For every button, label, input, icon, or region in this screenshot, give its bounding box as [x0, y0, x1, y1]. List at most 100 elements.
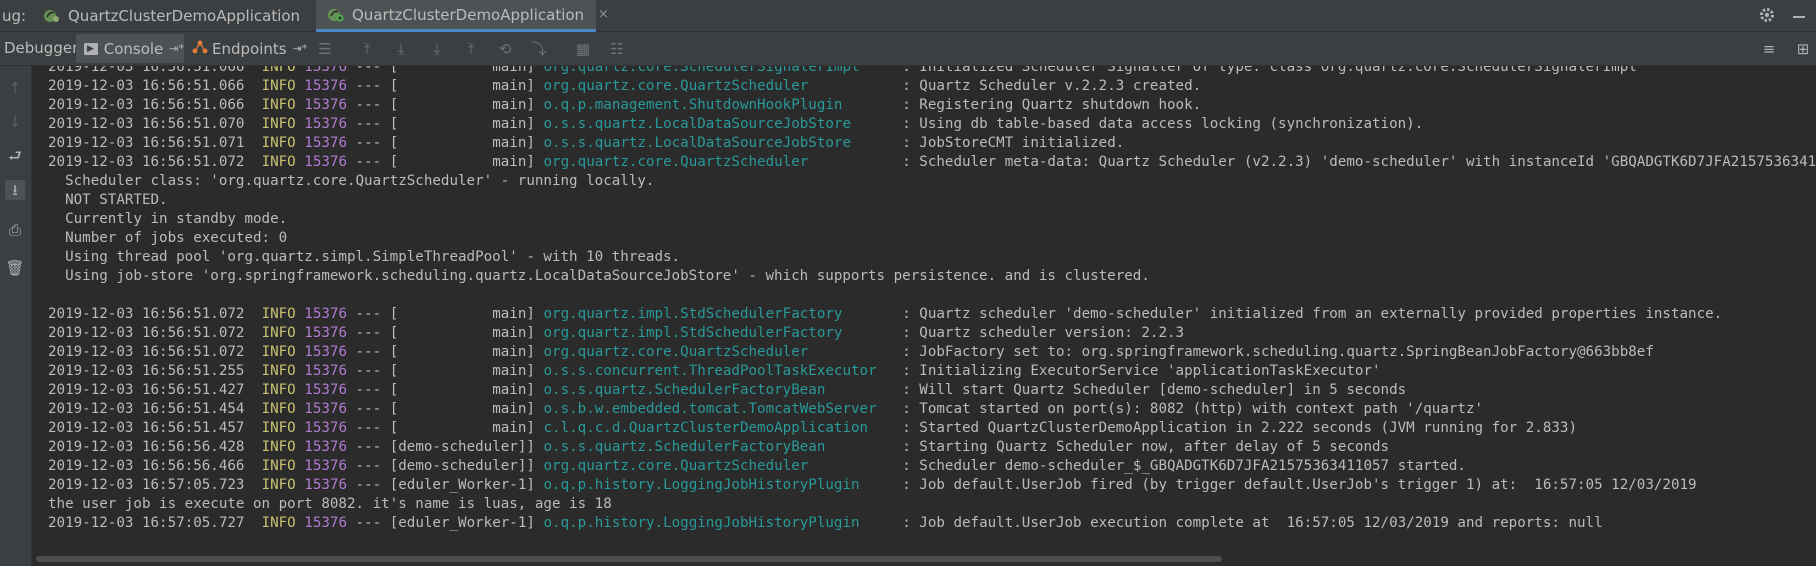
spring-boot-run-icon — [42, 8, 62, 24]
log-entry: 2019-12-03 16:56:51.072 INFO 15376 --- [… — [48, 153, 1816, 172]
run-to-cursor-icon[interactable]: ⤵ — [530, 40, 548, 58]
log-message: : Job default.UserJob execution complete… — [902, 515, 1603, 531]
log-text-line: Using job-store 'org.springframework.sch… — [48, 267, 1816, 286]
log-pid: 15376 — [304, 135, 347, 151]
log-pid: 15376 — [304, 154, 347, 170]
horizontal-scrollbar[interactable] — [32, 552, 1816, 566]
log-timestamp: 2019-12-03 16:56:51.066 — [48, 97, 245, 113]
log-thread: [demo-scheduler]] — [389, 439, 535, 455]
log-logger[interactable]: o.s.s.quartz.SchedulerFactoryBean — [543, 438, 902, 457]
log-message: : Using db table-based data access locki… — [902, 116, 1424, 132]
log-text: Using thread pool 'org.quartz.simpl.Simp… — [48, 249, 681, 265]
trace-settings-icon[interactable]: ☷ — [608, 40, 626, 58]
log-thread: [ main] — [389, 401, 535, 417]
scrollbar-thumb[interactable] — [36, 556, 1222, 562]
log-level: INFO — [261, 363, 296, 379]
log-level: INFO — [261, 78, 296, 94]
layout-settings-icon[interactable]: ⊞ — [1794, 40, 1812, 58]
log-logger[interactable]: o.s.s.quartz.SchedulerFactoryBean — [543, 381, 902, 400]
log-level: INFO — [261, 325, 296, 341]
log-entry: 2019-12-03 16:56:51.072 INFO 15376 --- [… — [48, 343, 1654, 362]
log-text-line: NOT STARTED. — [48, 191, 1816, 210]
restore-layout-icon[interactable]: ≡ — [1760, 40, 1778, 58]
down-arrow-icon[interactable]: ↓ — [5, 112, 25, 132]
log-text-line: Currently in standby mode. — [48, 210, 1816, 229]
log-thread: [eduler_Worker-1] — [389, 515, 535, 531]
log-message: : Quartz Scheduler v.2.2.3 created. — [902, 78, 1202, 94]
log-logger[interactable]: org.quartz.core.QuartzScheduler — [543, 77, 902, 96]
log-timestamp: 2019-12-03 16:56:51.454 — [48, 401, 245, 417]
log-pid: 15376 — [304, 439, 347, 455]
close-icon[interactable]: × — [598, 7, 609, 22]
print-icon[interactable]: ⎙ — [5, 220, 25, 240]
log-text-line: Using thread pool 'org.quartz.simpl.Simp… — [48, 248, 1816, 267]
log-logger[interactable]: org.quartz.core.QuartzScheduler — [543, 457, 902, 476]
minimize-icon[interactable] — [1790, 4, 1808, 24]
log-thread: [ main] — [389, 78, 535, 94]
log-timestamp: 2019-12-03 16:56:51.072 — [48, 154, 245, 170]
log-message: : Started QuartzClusterDemoApplication i… — [902, 420, 1578, 436]
step-over-icon[interactable]: ⤓ — [392, 40, 410, 58]
log-text: Using job-store 'org.springframework.sch… — [48, 268, 1150, 284]
log-logger[interactable]: c.l.q.c.d.QuartzClusterDemoApplication — [543, 419, 902, 438]
log-timestamp: 2019-12-03 16:56:51.457 — [48, 420, 245, 436]
tab-endpoints[interactable]: Endpoints ⇥* — [190, 34, 310, 63]
log-level: INFO — [261, 401, 296, 417]
log-timestamp: 2019-12-03 16:56:51.072 — [48, 344, 245, 360]
trash-icon[interactable]: 🗑 — [5, 258, 25, 278]
log-text-line — [48, 286, 1816, 305]
log-thread: [ main] — [389, 382, 535, 398]
log-text: NOT STARTED. — [48, 192, 168, 208]
soft-wrap-icon[interactable]: ⮐ — [5, 146, 25, 166]
log-pid: 15376 — [304, 78, 347, 94]
log-pid: 15376 — [304, 363, 347, 379]
up-arrow-icon[interactable]: ↑ — [5, 78, 25, 98]
log-entry: 2019-12-03 16:56:51.255 INFO 15376 --- [… — [48, 362, 1381, 381]
tab-debugger[interactable]: Debugger — [0, 32, 78, 65]
scroll-to-end-icon[interactable]: ⭳ — [5, 180, 25, 200]
log-level: INFO — [261, 515, 296, 531]
log-logger[interactable]: o.q.p.management.ShutdownHookPlugin — [543, 96, 902, 115]
log-entry: 2019-12-03 16:56:51.071 INFO 15376 --- [… — [48, 134, 1125, 153]
drop-frame-icon[interactable]: ⟲ — [496, 40, 514, 58]
step-out-icon[interactable]: ⤒ — [462, 40, 480, 58]
log-pid: 15376 — [304, 477, 347, 493]
log-logger[interactable]: org.quartz.impl.StdSchedulerFactory — [543, 305, 902, 324]
pin-icon[interactable]: ⇥* — [293, 42, 308, 55]
log-message: : Will start Quartz Scheduler [demo-sche… — [902, 382, 1407, 398]
log-message: : Initialized Scheduler Signaller of typ… — [902, 66, 1637, 75]
log-timestamp: 2019-12-03 16:56:51.066 — [48, 66, 245, 75]
log-text: Scheduler class: 'org.quartz.core.Quartz… — [48, 173, 655, 189]
gear-icon[interactable] — [1758, 6, 1776, 29]
log-level: INFO — [261, 135, 296, 151]
log-logger[interactable]: o.q.p.history.LoggingJobHistoryPlugin — [543, 476, 902, 495]
log-logger[interactable]: org.quartz.core.SchedulerSignalerImpl — [543, 66, 902, 77]
log-timestamp: 2019-12-03 16:57:05.723 — [48, 477, 245, 493]
show-execution-point-icon[interactable]: ⤒ — [358, 40, 376, 58]
console-output[interactable]: 2019-12-03 16:56:51.066 INFO 15376 --- [… — [32, 66, 1816, 552]
tab-quartz-cluster-demo-run[interactable]: QuartzClusterDemoApplication × — [32, 0, 325, 32]
log-logger[interactable]: org.quartz.impl.StdSchedulerFactory — [543, 324, 902, 343]
log-logger[interactable]: o.s.s.quartz.LocalDataSourceJobStore — [543, 115, 902, 134]
log-timestamp: 2019-12-03 16:56:51.255 — [48, 363, 245, 379]
pin-icon[interactable]: ⇥* — [169, 42, 184, 55]
log-pid: 15376 — [304, 458, 347, 474]
log-logger[interactable]: o.s.s.quartz.LocalDataSourceJobStore — [543, 134, 902, 153]
step-into-icon[interactable]: ⤓ — [428, 40, 446, 58]
log-logger[interactable]: o.q.p.history.LoggingJobHistoryPlugin — [543, 514, 902, 533]
log-logger[interactable]: org.quartz.core.QuartzScheduler — [543, 343, 902, 362]
tool-window-title: ug: — [2, 7, 27, 25]
log-entry: 2019-12-03 16:56:51.454 INFO 15376 --- [… — [48, 400, 1484, 419]
log-entry: 2019-12-03 16:56:51.070 INFO 15376 --- [… — [48, 115, 1424, 134]
tab-console[interactable]: ▶ Console ⇥* — [76, 34, 184, 63]
log-logger[interactable]: o.s.s.concurrent.ThreadPoolTaskExecutor — [543, 362, 902, 381]
log-text-line: Number of jobs executed: 0 — [48, 229, 1816, 248]
log-pid: 15376 — [304, 97, 347, 113]
evaluate-expression-icon[interactable]: ▦ — [574, 40, 592, 58]
tab-quartz-cluster-demo-debug[interactable]: QuartzClusterDemoApplication × — [316, 0, 609, 32]
console-label: Console — [103, 39, 164, 58]
menu-lines-icon[interactable]: ☰ — [316, 40, 334, 58]
log-logger[interactable]: org.quartz.core.QuartzScheduler — [543, 153, 902, 172]
log-timestamp: 2019-12-03 16:56:51.072 — [48, 325, 245, 341]
log-logger[interactable]: o.s.b.w.embedded.tomcat.TomcatWebServer — [543, 400, 902, 419]
